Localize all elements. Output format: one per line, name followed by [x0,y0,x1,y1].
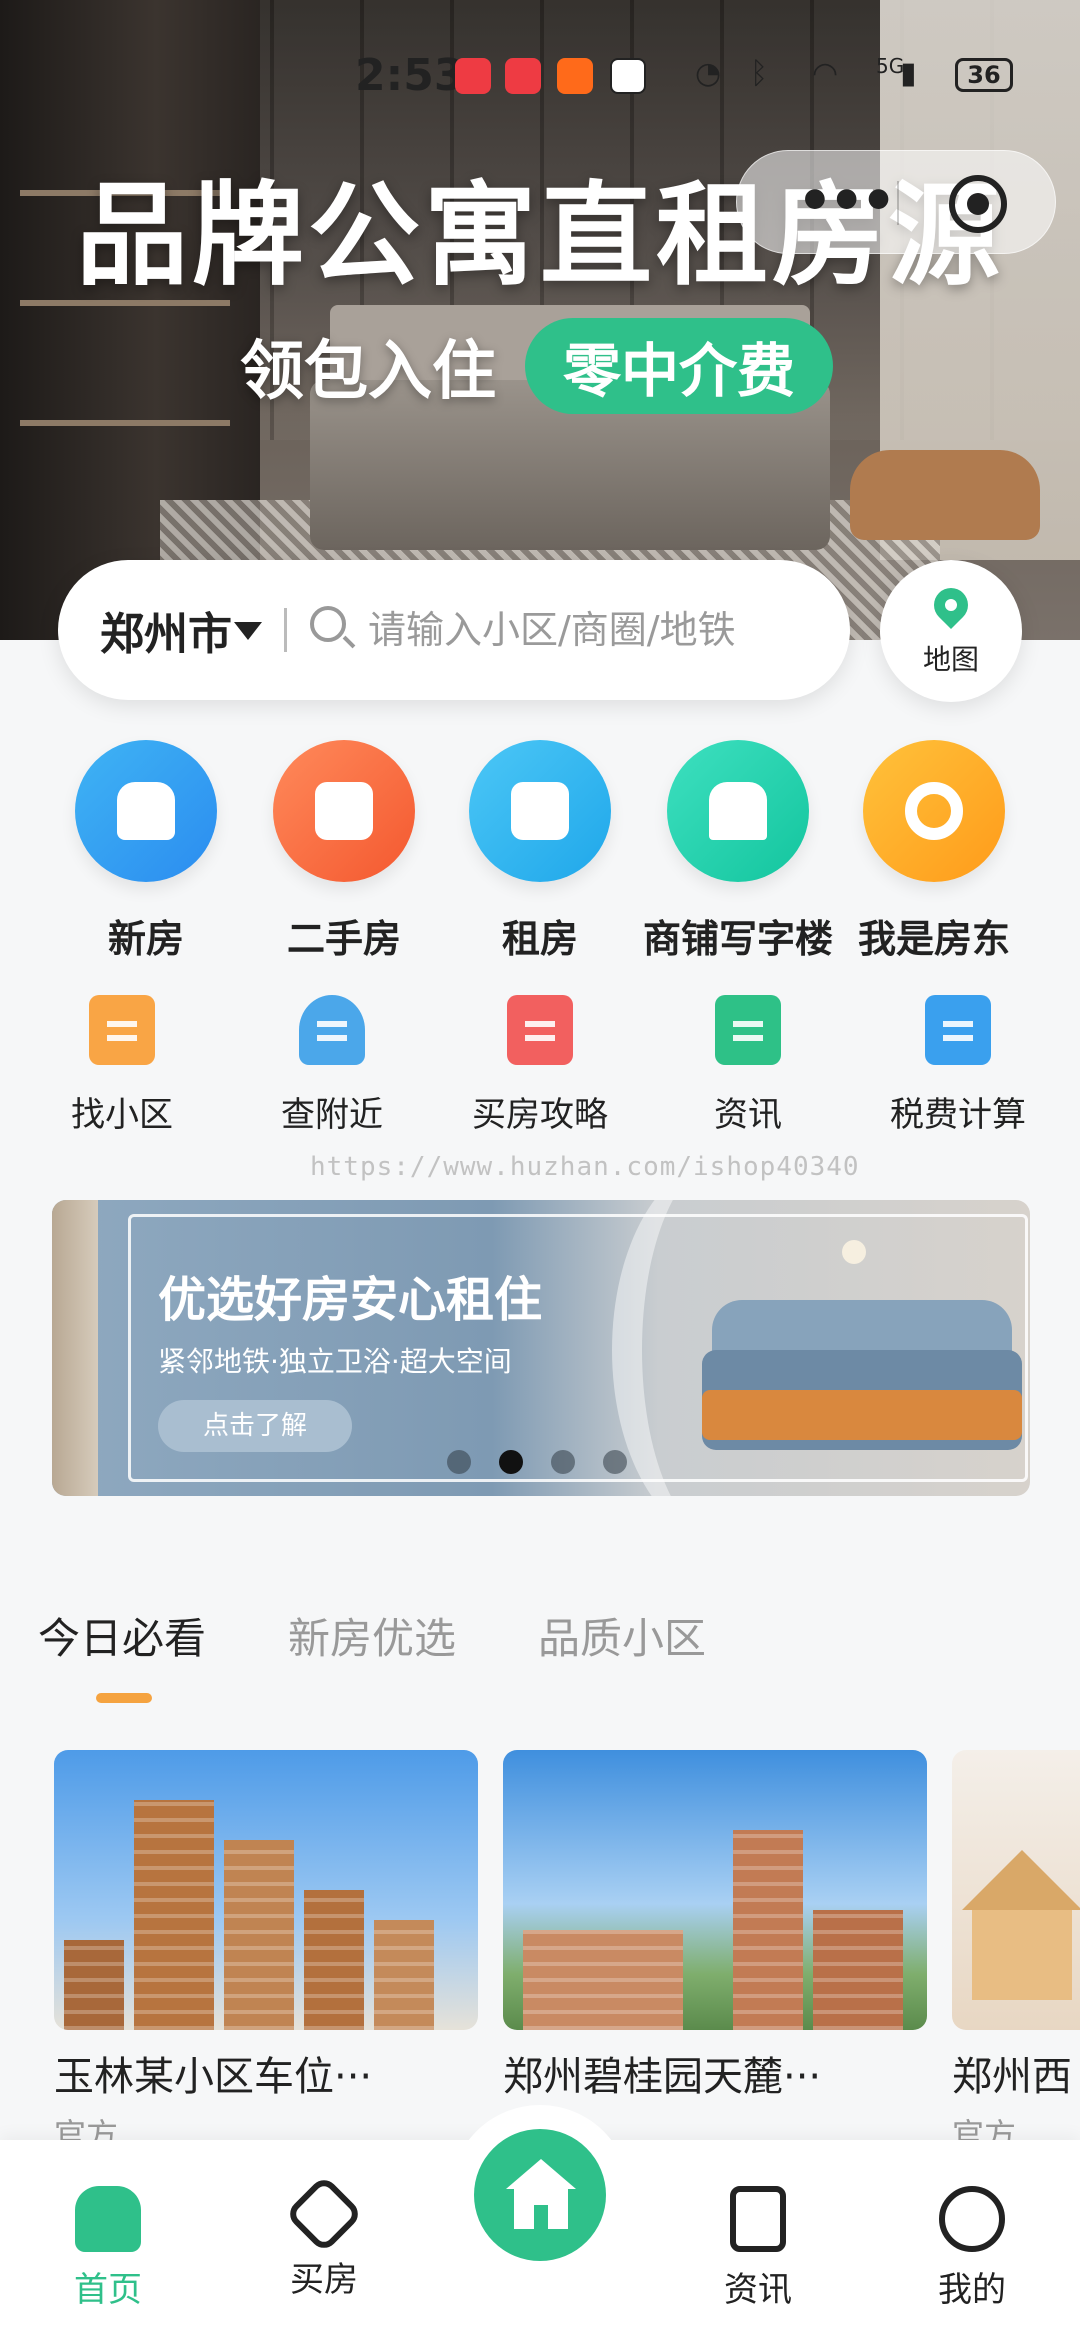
category-landlord[interactable]: 我是房东 [836,740,1032,963]
caret-down-icon[interactable] [234,622,262,640]
hero-chair [850,450,1040,540]
building-icon [89,995,155,1065]
kuaishou-icon [557,58,593,94]
status-time: 2:53 [355,50,465,101]
search-bar: 郑州市 [58,560,850,700]
profile-icon [939,2186,1005,2252]
calculator-icon [925,995,991,1065]
huawei-app-icon [505,58,541,94]
tab-today[interactable]: 今日必看 [38,1605,206,1666]
sub-tax-calculator[interactable]: 税费计算 [858,995,1058,1136]
listing-title: 玉林某小区车位··· [54,2054,373,2100]
category-shop-office[interactable]: 商铺写字楼 [640,740,836,963]
banner-title: 优选好房安心租住 [158,1272,543,1328]
nav-profile[interactable]: 我的 [902,2186,1042,2311]
watermark-text: https://www.huzhan.com/ishop40340 [310,1152,860,1182]
carousel-dot[interactable] [447,1450,471,1474]
tag-icon [284,2174,364,2254]
listing-title: 郑州碧桂园天麓··· [503,2054,822,2100]
home-icon [75,740,217,882]
map-pin-icon [926,580,976,630]
listing-image [54,1750,478,2030]
miniprogram-capsule: ••• [736,150,1056,254]
sub-buying-guide[interactable]: 买房攻略 [440,995,640,1136]
category-new-house[interactable]: 新房 [48,740,244,963]
tab-quality-community[interactable]: 品质小区 [538,1605,706,1666]
sub-find-community[interactable]: 找小区 [22,995,222,1136]
listing-card[interactable]: 郑州西 官方 [952,1750,1080,2156]
tab-active-indicator [96,1693,152,1703]
listing-image [952,1750,1080,2030]
listing-title: 郑州西 [952,2054,1072,2100]
category-second-hand[interactable]: 二手房 [246,740,442,963]
book-icon [507,995,573,1065]
document-icon [715,995,781,1065]
banner-subtitle: 紧邻地铁·独立卫浴·超大空间 [158,1345,512,1378]
sub-news[interactable]: 资讯 [648,995,848,1136]
wifi-icon: ◠ [812,56,839,91]
promo-banner[interactable]: 优选好房安心租住 紧邻地铁·独立卫浴·超大空间 点击了解 [52,1200,1030,1496]
carousel-dot[interactable] [551,1450,575,1474]
hero-highlight-pill: 零中介费 [525,318,834,414]
status-bar: 2:53 ◔ ᛒ ◠ 5G ▮ 36 [0,50,1080,110]
category-rent[interactable]: 租房 [442,740,638,963]
city-selector[interactable]: 郑州市 [100,598,232,662]
listing-image [503,1750,927,2030]
carousel-dots [447,1450,627,1478]
more-icon[interactable]: ••• [797,169,896,234]
huawei-app-icon [455,58,491,94]
tab-new-house[interactable]: 新房优选 [288,1605,456,1666]
nav-buy[interactable]: 买房 [254,2174,394,2301]
qq-icon [610,58,646,94]
listing-card[interactable]: 玉林某小区车位··· 官方 [54,1750,478,2156]
listing-card[interactable]: 郑州碧桂园天麓··· 官方 [503,1750,927,2156]
battery-icon: 36 [955,58,1013,92]
search-input[interactable] [368,596,828,664]
map-label: 地图 [922,643,979,676]
shop-icon [667,740,809,882]
suitcase-icon [469,740,611,882]
news-icon [730,2186,786,2252]
location-icon [299,995,365,1065]
speed-icon: ◔ [695,56,722,91]
bluetooth-icon: ᛒ [750,56,768,91]
banner-cta-button[interactable]: 点击了解 [158,1400,352,1452]
carousel-dot-active[interactable] [499,1450,523,1474]
close-target-icon[interactable] [949,175,1007,233]
banner-prev-peek [52,1200,98,1496]
carousel-dot[interactable] [603,1450,627,1474]
sub-nearby[interactable]: 查附近 [232,995,432,1136]
search-icon [310,606,346,642]
content-tabs: 今日必看 新房优选 品质小区 [38,1605,1038,1705]
nav-news[interactable]: 资讯 [688,2186,828,2311]
hero-subtitle: 领包入住 [240,335,496,409]
home-icon [75,2186,141,2252]
key-icon [863,740,1005,882]
nav-home[interactable]: 首页 [38,2186,178,2311]
house-center-icon [506,2159,576,2231]
nav-center-button[interactable] [450,2105,630,2285]
map-button[interactable]: 地图 [880,560,1022,702]
card-icon [273,740,415,882]
signal-icon: ▮ [900,56,917,91]
